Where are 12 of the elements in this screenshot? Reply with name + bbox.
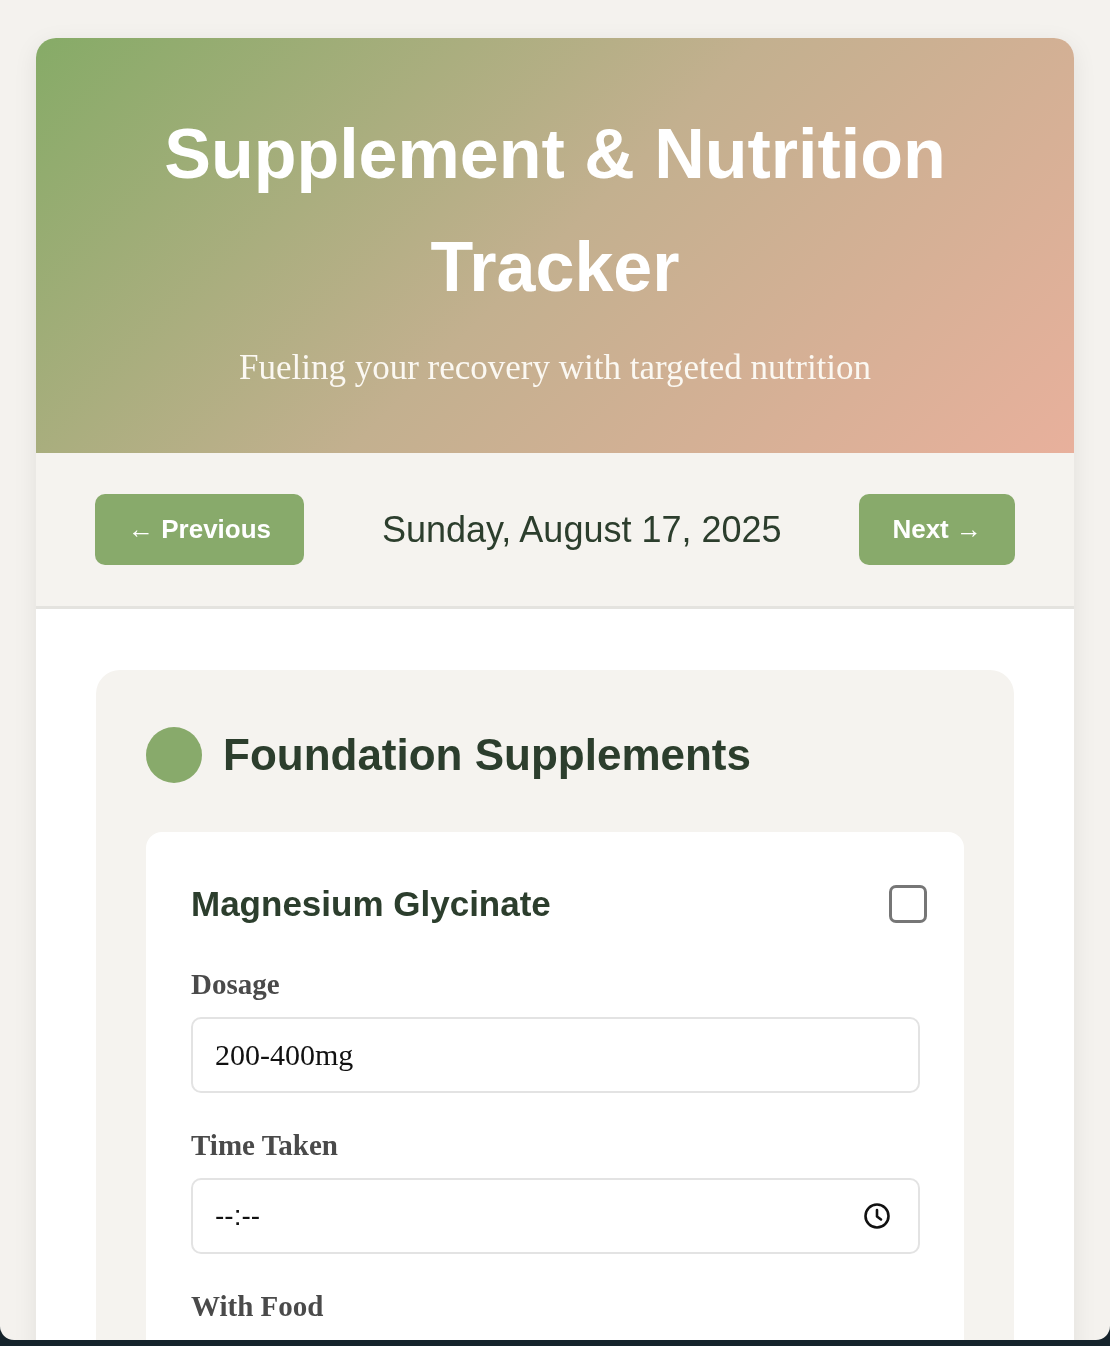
clock-icon[interactable] (864, 1203, 890, 1229)
time-field[interactable]: --:-- (191, 1178, 920, 1254)
dosage-field[interactable]: 200-400mg (191, 1017, 920, 1093)
checkbox[interactable] (889, 885, 927, 923)
current-date: Sunday, August 17, 2025 (381, 508, 782, 551)
supplement-name: Magnesium Glycinate (191, 883, 551, 925)
page-title: Supplement & Nutrition Tracker (163, 114, 947, 308)
field-label: With Food (191, 1290, 325, 1322)
page-subtitle: Fueling your recovery with targeted nutrition (237, 347, 873, 389)
field-label: Time Taken (191, 1129, 339, 1161)
field-label: Dosage (191, 968, 281, 1000)
section-title: Foundation Supplements (223, 729, 751, 781)
